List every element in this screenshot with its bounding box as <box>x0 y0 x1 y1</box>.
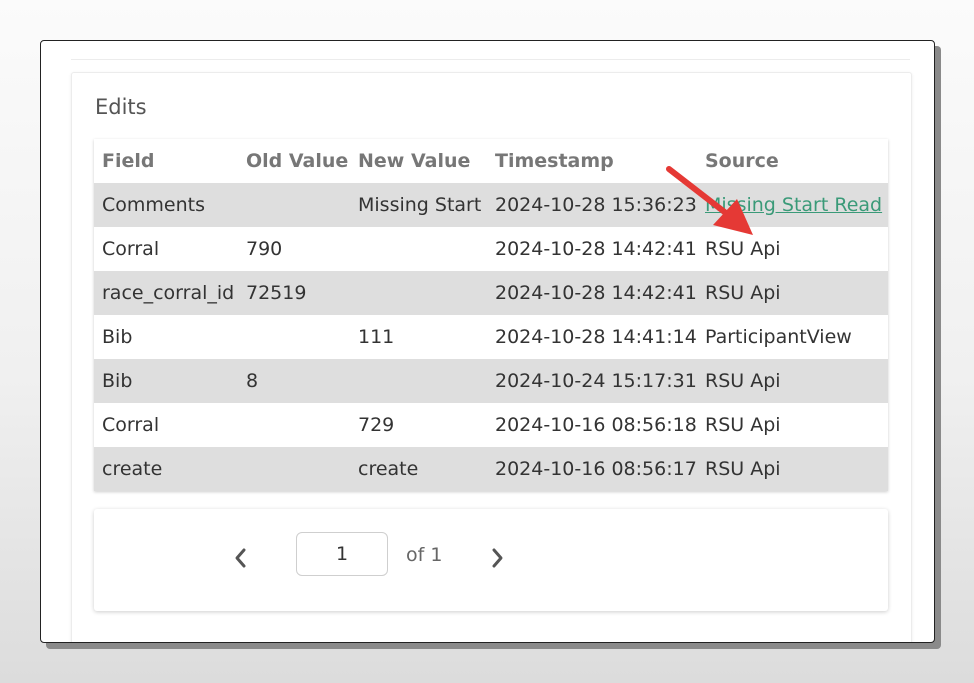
edits-table: Field Old Value New Value Timestamp Sour… <box>94 139 888 491</box>
header-old-value[interactable]: Old Value <box>238 139 350 183</box>
cell-field: Comments <box>102 194 205 216</box>
header-field[interactable]: Field <box>94 139 238 183</box>
table-header-row: Field Old Value New Value Timestamp Sour… <box>94 139 888 183</box>
cell-timestamp: 2024-10-16 08:56:18 <box>495 414 697 436</box>
cell-source: RSU Api <box>705 458 781 480</box>
source-link[interactable]: Missing Start Read <box>705 194 882 216</box>
cell-old-value: 8 <box>246 370 259 392</box>
pagination-bar: of 1 <box>94 509 888 611</box>
cell-new-value: create <box>358 458 419 480</box>
cell-new-value: 111 <box>358 326 395 348</box>
cell-old-value: 790 <box>246 238 283 260</box>
cell-old-value <box>238 447 350 491</box>
cell-field: create <box>102 458 163 480</box>
cell-new-value: 729 <box>358 414 395 436</box>
page-number-input[interactable] <box>296 532 388 576</box>
screenshot-frame: Edits Field Old Value New Value Timestam… <box>40 40 935 643</box>
cell-timestamp: 2024-10-28 14:42:41 <box>495 282 697 304</box>
table-row: race_corral_id 72519 2024-10-28 14:42:41… <box>94 271 888 315</box>
cell-new-value: Missing Start <box>358 194 482 216</box>
cell-old-value <box>238 315 350 359</box>
table-row: Corral 729 2024-10-16 08:56:18 RSU Api <box>94 403 888 447</box>
cell-source: RSU Api <box>705 370 781 392</box>
cell-new-value <box>350 227 487 271</box>
cell-timestamp: 2024-10-28 14:41:14 <box>495 326 697 348</box>
chevron-right-icon[interactable] <box>485 543 509 573</box>
cell-field: Corral <box>102 414 160 436</box>
cell-source: RSU Api <box>705 282 781 304</box>
edits-card: Edits Field Old Value New Value Timestam… <box>71 72 912 642</box>
cell-field: race_corral_id <box>102 282 235 304</box>
chevron-left-icon[interactable] <box>229 543 253 573</box>
header-timestamp[interactable]: Timestamp <box>487 139 697 183</box>
header-source[interactable]: Source <box>697 139 888 183</box>
cell-field: Bib <box>102 326 133 348</box>
page-count-label: of 1 <box>406 544 443 566</box>
table-row: Comments Missing Start 2024-10-28 15:36:… <box>94 183 888 227</box>
cell-source: RSU Api <box>705 238 781 260</box>
cell-source: Missing Start Read <box>697 183 888 227</box>
section-title: Edits <box>95 95 147 119</box>
cell-timestamp: 2024-10-16 08:56:17 <box>495 458 697 480</box>
cell-source: RSU Api <box>705 414 781 436</box>
cell-field: Bib <box>102 370 133 392</box>
cell-old-value <box>238 403 350 447</box>
cell-timestamp: 2024-10-24 15:17:31 <box>495 370 697 392</box>
cell-field: Corral <box>102 238 160 260</box>
table-row: Corral 790 2024-10-28 14:42:41 RSU Api <box>94 227 888 271</box>
cell-timestamp: 2024-10-28 15:36:23 <box>495 194 697 216</box>
table-row: Bib 111 2024-10-28 14:41:14 ParticipantV… <box>94 315 888 359</box>
cell-new-value <box>350 359 487 403</box>
cell-new-value <box>350 271 487 315</box>
cell-source: ParticipantView <box>705 326 852 348</box>
divider <box>71 59 910 60</box>
table-row: Bib 8 2024-10-24 15:17:31 RSU Api <box>94 359 888 403</box>
table-row: create create 2024-10-16 08:56:17 RSU Ap… <box>94 447 888 491</box>
cell-timestamp: 2024-10-28 14:42:41 <box>495 238 697 260</box>
header-new-value[interactable]: New Value <box>350 139 487 183</box>
cell-old-value <box>238 183 350 227</box>
cell-old-value: 72519 <box>246 282 307 304</box>
